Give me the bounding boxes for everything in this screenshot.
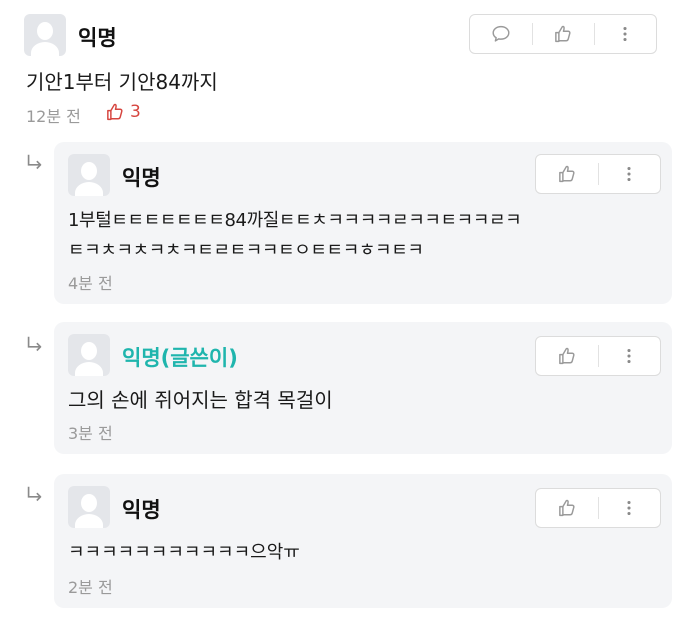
comment-author: 익명 [78, 26, 117, 50]
avatar [24, 14, 66, 56]
thumbs-up-icon [552, 23, 574, 45]
avatar [68, 154, 110, 196]
like-button[interactable] [532, 15, 594, 53]
reply-time: 2분 전 [68, 578, 113, 597]
like-count: 3 [104, 101, 141, 123]
reply-text-line: ㅌㅋㅊㅋㅊㅋㅊㅋㅌㄹㅌㅋㅋㅌㅇㅌㅌㅋㅎㅋㅌㅋ [68, 240, 424, 261]
more-button[interactable] [598, 489, 660, 527]
reply-action-group [535, 488, 661, 528]
thumbs-up-icon [556, 345, 578, 367]
more-vertical-icon [618, 345, 640, 367]
avatar [68, 486, 110, 528]
reply-time: 4분 전 [68, 274, 113, 293]
comment-text: 기안1부터 기안84까지 [26, 70, 218, 94]
avatar [68, 334, 110, 376]
more-button[interactable] [598, 155, 660, 193]
thumbs-up-icon [556, 497, 578, 519]
reply-author-op: 익명(글쓴이) [122, 346, 238, 370]
reply-text-line: 1부털ㅌㅌㅌㅌㅌㅌㅌ84까질ㅌㅌㅊㅋㅋㅋㅋㄹㅋㅋㅌㅋㅋㄹㅋ [68, 210, 522, 231]
reply-text: ㅋㅋㅋㅋㅋㅋㅋㅋㅋㅋㅋ으악ㅠ [68, 542, 300, 563]
reply-arrow-icon [24, 152, 46, 174]
like-button[interactable] [536, 337, 598, 375]
reply-text: 그의 손에 쥐어지는 합격 목걸이 [68, 388, 333, 412]
reply-author: 익명 [122, 498, 161, 522]
reply-time: 3분 전 [68, 424, 113, 443]
more-vertical-icon [618, 163, 640, 185]
like-button[interactable] [536, 155, 598, 193]
like-count-value: 3 [130, 102, 141, 122]
more-button[interactable] [594, 15, 656, 53]
more-button[interactable] [598, 337, 660, 375]
thumbs-up-icon [107, 103, 123, 121]
comment-time: 12분 전 [26, 107, 81, 126]
reply-arrow-icon [24, 484, 46, 506]
reply-action-group [535, 154, 661, 194]
reply-author: 익명 [122, 166, 161, 190]
more-vertical-icon [618, 497, 640, 519]
reply-item: 익명 ㅋㅋㅋㅋㅋㅋㅋㅋㅋㅋㅋ으악ㅠ 2분 전 [54, 474, 672, 608]
comment-action-group [469, 14, 657, 54]
thumbs-up-icon [556, 163, 578, 185]
reply-item: 익명 1부털ㅌㅌㅌㅌㅌㅌㅌ84까질ㅌㅌㅊㅋㅋㅋㅋㄹㅋㅋㅌㅋㅋㄹㅋ ㅌㅋㅊㅋㅊㅋㅊ… [54, 142, 672, 304]
more-vertical-icon [614, 23, 636, 45]
reply-arrow-icon [24, 334, 46, 356]
reply-item: 익명(글쓴이) 그의 손에 쥐어지는 합격 목걸이 3분 전 [54, 322, 672, 454]
reply-button[interactable] [470, 15, 532, 53]
like-button[interactable] [536, 489, 598, 527]
reply-action-group [535, 336, 661, 376]
speech-bubble-icon [490, 23, 512, 45]
